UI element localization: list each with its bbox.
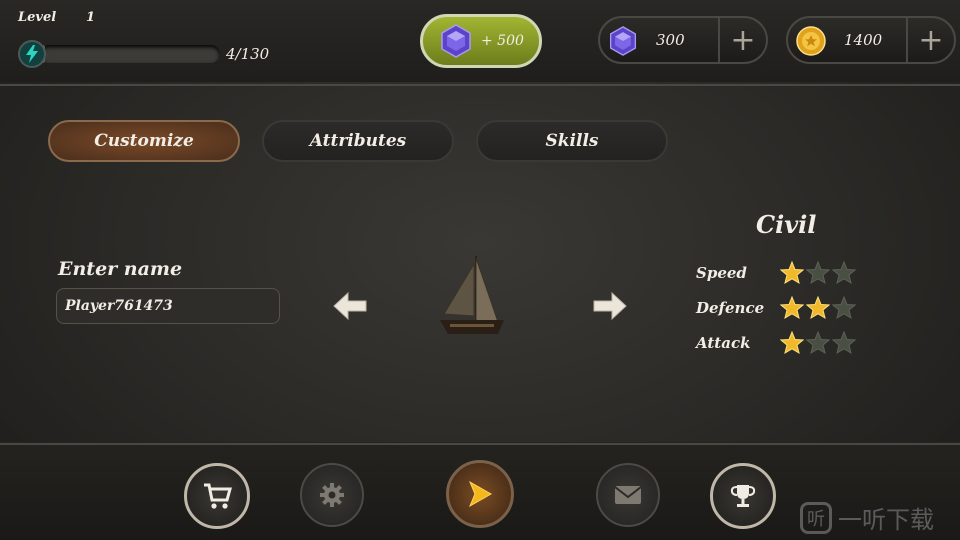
- add-coins-button[interactable]: +: [906, 18, 954, 62]
- star-empty-icon: [832, 261, 856, 285]
- mail-icon: [614, 486, 642, 504]
- star-filled-icon: [780, 296, 804, 320]
- watermark: 听 一听下载: [800, 500, 934, 535]
- ship-image: [440, 256, 504, 334]
- coin-count: 1400: [844, 31, 883, 49]
- mail-button[interactable]: [596, 463, 660, 527]
- ship-class-title: Civil: [756, 210, 817, 239]
- arrow-left-icon: [333, 291, 367, 321]
- cart-icon: [204, 483, 232, 509]
- coin-counter: 1400 +: [786, 16, 956, 64]
- leaderboard-button[interactable]: [710, 463, 776, 529]
- stat-row-attack: Attack: [696, 331, 866, 355]
- star-empty-icon: [806, 331, 830, 355]
- star-empty-icon: [832, 331, 856, 355]
- stat-label: Defence: [696, 299, 765, 317]
- previous-ship-button[interactable]: [330, 288, 370, 324]
- gem-icon: [609, 26, 637, 56]
- enter-name-label: Enter name: [58, 258, 183, 280]
- coin-icon: [796, 26, 826, 56]
- tab-skills[interactable]: Skills: [476, 120, 668, 162]
- play-icon: [468, 480, 493, 508]
- star-rating: [780, 296, 856, 320]
- stat-row-defence: Defence: [696, 296, 866, 320]
- star-filled-icon: [780, 261, 804, 285]
- arrow-right-icon: [593, 291, 627, 321]
- star-empty-icon: [806, 261, 830, 285]
- settings-button[interactable]: [300, 463, 364, 527]
- level-label: Level: [18, 10, 57, 25]
- top-bar: Level 1 4/130 + 500 300 + 1400 +: [0, 0, 960, 82]
- star-rating: [780, 261, 856, 285]
- gem-count: 300: [656, 31, 685, 49]
- star-filled-icon: [806, 296, 830, 320]
- trophy-icon: [730, 485, 756, 507]
- watermark-text: 一听下载: [838, 506, 934, 534]
- gem-counter: 300 +: [598, 16, 768, 64]
- shop-button[interactable]: [184, 463, 250, 529]
- stat-label: Speed: [696, 264, 747, 282]
- star-rating: [780, 331, 856, 355]
- energy-bar: [40, 45, 220, 63]
- tab-customize[interactable]: Customize: [48, 120, 240, 162]
- divider: [0, 84, 960, 86]
- stat-row-speed: Speed: [696, 261, 866, 285]
- star-empty-icon: [832, 296, 856, 320]
- star-filled-icon: [780, 331, 804, 355]
- gear-icon: [320, 483, 344, 507]
- gem-bonus-amount: + 500: [481, 33, 524, 49]
- level-value: 1: [86, 10, 96, 25]
- watermark-logo: 听: [800, 501, 832, 534]
- gem-icon: [441, 24, 471, 58]
- lightning-icon: [18, 40, 46, 68]
- name-input[interactable]: [56, 288, 280, 324]
- gem-bonus-button[interactable]: + 500: [420, 14, 542, 68]
- divider: [0, 443, 960, 445]
- tab-attributes[interactable]: Attributes: [262, 120, 454, 162]
- play-button[interactable]: [446, 460, 514, 528]
- add-gems-button[interactable]: +: [718, 18, 766, 62]
- next-ship-button[interactable]: [590, 288, 630, 324]
- energy-count: 4/130: [226, 45, 270, 63]
- stat-label: Attack: [696, 334, 751, 352]
